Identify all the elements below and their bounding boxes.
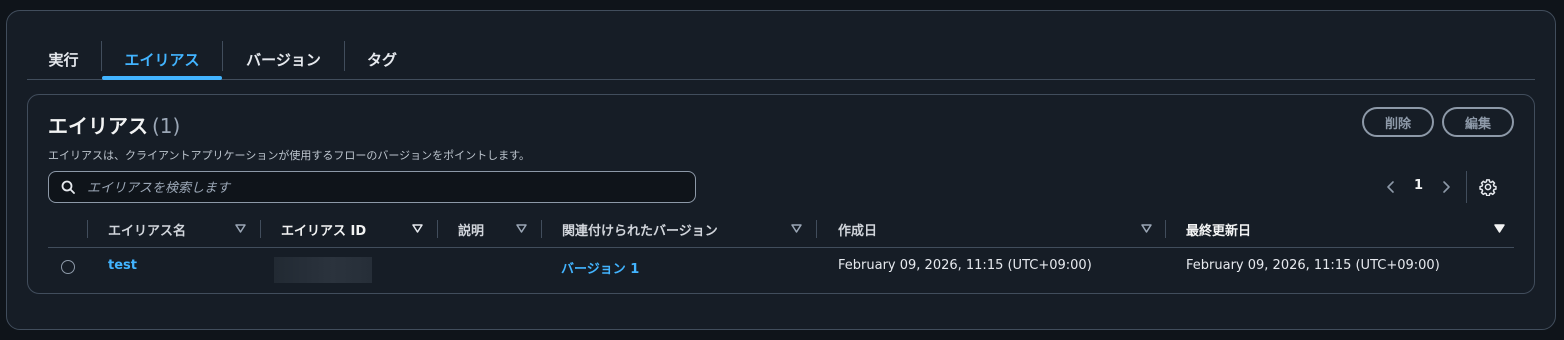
row-select-radio[interactable] xyxy=(61,260,75,274)
search-icon xyxy=(61,180,75,194)
gear-icon[interactable] xyxy=(1479,178,1497,196)
alias-name-link[interactable]: test xyxy=(108,258,137,273)
chevron-right-icon[interactable] xyxy=(1440,175,1452,199)
column-header-updated[interactable]: 最終更新日 xyxy=(1186,219,1251,239)
chevron-left-icon[interactable] xyxy=(1385,175,1397,199)
panel-description: エイリアスは、クライアントアプリケーションが使用するフローのバージョンをポイント… xyxy=(48,149,531,162)
column-header-description[interactable]: 説明 xyxy=(458,219,484,239)
sort-descending-icon[interactable] xyxy=(1494,223,1505,234)
sort-icon[interactable] xyxy=(235,223,246,234)
column-divider xyxy=(541,220,542,238)
sort-icon[interactable] xyxy=(791,223,802,234)
sort-icon[interactable] xyxy=(516,223,527,234)
sort-icon[interactable] xyxy=(412,223,423,234)
panel-title-text: エイリアス xyxy=(48,114,148,138)
column-divider xyxy=(816,220,817,238)
tab-aliases[interactable]: エイリアス xyxy=(102,41,222,80)
alias-id-redacted xyxy=(274,257,372,283)
page-number[interactable]: 1 xyxy=(1414,178,1423,193)
column-header-version[interactable]: 関連付けられたバージョン xyxy=(562,219,718,239)
tab-bar: 実行 エイリアス バージョン タグ xyxy=(27,41,1535,80)
column-divider xyxy=(260,220,261,238)
pager-divider xyxy=(1466,171,1467,203)
aliases-panel: エイリアス (1) エイリアスは、クライアントアプリケーションが使用するフローのバ… xyxy=(27,94,1535,294)
column-header-created[interactable]: 作成日 xyxy=(838,219,877,239)
column-header-alias-name[interactable]: エイリアス名 xyxy=(108,219,186,239)
sort-icon[interactable] xyxy=(1141,223,1152,234)
aliases-container: 実行 エイリアス バージョン タグ エイリアス (1) エイリアスは、クライアント… xyxy=(6,10,1556,330)
panel-title: エイリアス (1) xyxy=(48,110,180,139)
tab-execute[interactable]: 実行 xyxy=(27,41,100,78)
table-header-divider xyxy=(48,247,1514,248)
column-header-alias-id[interactable]: エイリアス ID xyxy=(281,219,366,239)
column-divider xyxy=(1165,220,1166,238)
created-date: February 09, 2026, 11:15 (UTC+09:00) xyxy=(838,258,1092,273)
alias-count: (1) xyxy=(152,114,181,138)
column-divider xyxy=(87,220,88,238)
tab-tags[interactable]: タグ xyxy=(345,41,419,78)
version-link[interactable]: バージョン 1 xyxy=(561,258,639,277)
delete-button[interactable]: 削除 xyxy=(1362,107,1434,137)
updated-date: February 09, 2026, 11:15 (UTC+09:00) xyxy=(1186,258,1440,273)
column-divider xyxy=(437,220,438,238)
tab-versions[interactable]: バージョン xyxy=(223,41,344,78)
search-field[interactable] xyxy=(48,171,696,204)
search-input[interactable] xyxy=(85,172,689,204)
edit-button[interactable]: 編集 xyxy=(1442,107,1514,137)
